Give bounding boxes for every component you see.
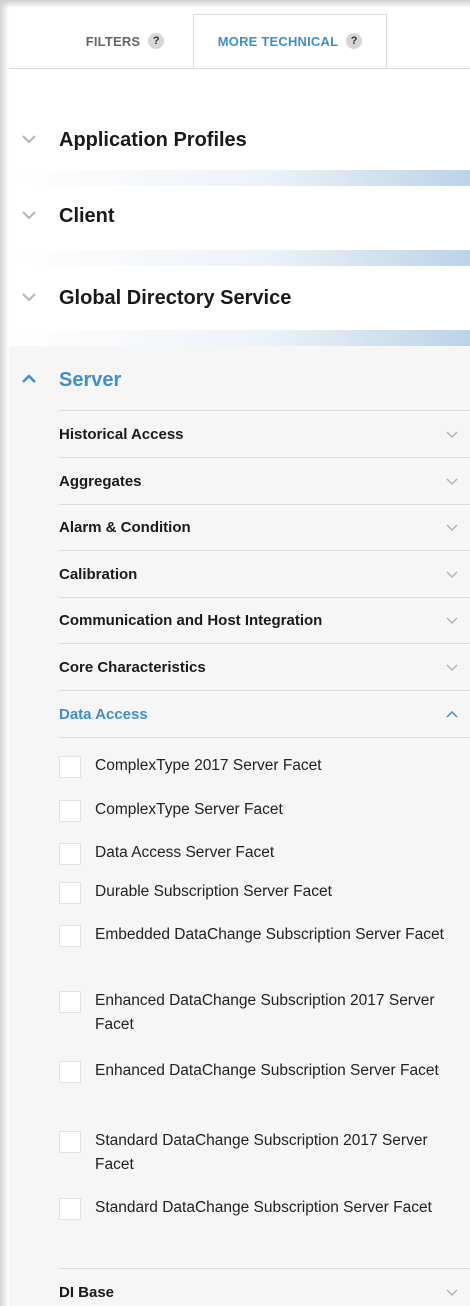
subsection-title: Communication and Host Integration bbox=[59, 611, 323, 629]
option-label: Embedded DataChange Subscription Server … bbox=[95, 926, 444, 943]
subsection-alarm-condition[interactable]: Alarm & Condition bbox=[59, 504, 470, 551]
tab-more-technical[interactable]: MORE TECHNICAL ? bbox=[193, 14, 387, 68]
subsection-title: Calibration bbox=[59, 565, 138, 583]
subsection-aggregates[interactable]: Aggregates bbox=[59, 458, 470, 505]
chevron-down-icon bbox=[446, 664, 458, 672]
chevron-down-icon bbox=[446, 478, 458, 486]
subsection-communication-host-integration[interactable]: Communication and Host Integration bbox=[59, 597, 470, 644]
help-icon[interactable]: ? bbox=[346, 33, 363, 49]
subsection-di-base[interactable]: DI Base bbox=[59, 1269, 470, 1306]
subsection-title: Data Access bbox=[59, 705, 148, 723]
section-title: Server bbox=[59, 368, 122, 391]
option-label: Standard DataChange Subscription 2017 Se… bbox=[95, 1132, 428, 1173]
option-label: Enhanced DataChange Subscription Server … bbox=[95, 1062, 439, 1079]
option-label: Data Access Server Facet bbox=[95, 844, 275, 861]
section-title: Application Profiles bbox=[59, 128, 247, 151]
checkbox[interactable] bbox=[59, 1198, 81, 1220]
chevron-down-icon bbox=[446, 1289, 458, 1297]
subsection-title: DI Base bbox=[59, 1283, 115, 1301]
chevron-down-icon bbox=[22, 135, 36, 144]
tab-filters-label: FILTERS bbox=[85, 33, 141, 49]
option-label: ComplexType Server Facet bbox=[95, 801, 283, 818]
checkbox[interactable] bbox=[59, 1061, 81, 1083]
checkbox[interactable] bbox=[59, 1131, 81, 1153]
checkbox[interactable] bbox=[59, 925, 81, 947]
subsection-title: Core Characteristics bbox=[59, 658, 206, 676]
option-label: Durable Subscription Server Facet bbox=[95, 883, 332, 900]
section-application-profiles[interactable]: Application Profiles bbox=[0, 110, 470, 170]
subsection-core-characteristics[interactable]: Core Characteristics bbox=[59, 644, 470, 691]
checkbox[interactable] bbox=[59, 843, 81, 865]
chevron-down-icon bbox=[22, 293, 36, 302]
section-server[interactable]: Server bbox=[0, 350, 470, 410]
section-divider bbox=[0, 170, 470, 186]
filter-panel: FILTERS ? MORE TECHNICAL ? Application P… bbox=[0, 0, 470, 1306]
chevron-down-icon bbox=[446, 431, 458, 439]
checkbox[interactable] bbox=[59, 991, 81, 1013]
chevron-down-icon bbox=[446, 571, 458, 579]
option-label: Standard DataChange Subscription Server … bbox=[95, 1199, 432, 1216]
checkbox[interactable] bbox=[59, 882, 81, 904]
option-label: ComplexType 2017 Server Facet bbox=[95, 757, 322, 774]
subsection-calibration[interactable]: Calibration bbox=[59, 551, 470, 598]
section-client[interactable]: Client bbox=[0, 186, 470, 246]
section-title: Global Directory Service bbox=[59, 286, 292, 309]
subsection-title: Historical Access bbox=[59, 425, 184, 443]
section-divider bbox=[0, 250, 470, 266]
chevron-up-icon bbox=[446, 710, 458, 718]
section-global-directory-service[interactable]: Global Directory Service bbox=[0, 268, 470, 328]
tab-bar: FILTERS ? MORE TECHNICAL ? bbox=[0, 0, 470, 69]
chevron-up-icon bbox=[22, 374, 36, 383]
subsection-historical-access[interactable]: Historical Access bbox=[59, 411, 470, 458]
subsection-data-access[interactable]: Data Access bbox=[59, 691, 470, 738]
checkbox[interactable] bbox=[59, 756, 81, 778]
section-title: Client bbox=[59, 204, 115, 227]
help-icon[interactable]: ? bbox=[148, 33, 165, 49]
chevron-down-icon bbox=[446, 617, 458, 625]
option-label: Enhanced DataChange Subscription 2017 Se… bbox=[95, 992, 435, 1033]
subsection-title: Aggregates bbox=[59, 472, 142, 490]
chevron-down-icon bbox=[22, 211, 36, 220]
section-divider bbox=[0, 330, 470, 346]
tab-filters[interactable]: FILTERS ? bbox=[60, 14, 190, 68]
subsection-title: Alarm & Condition bbox=[59, 518, 191, 536]
checkbox[interactable] bbox=[59, 800, 81, 822]
chevron-down-icon bbox=[446, 524, 458, 532]
tab-more-technical-label: MORE TECHNICAL bbox=[217, 33, 339, 49]
